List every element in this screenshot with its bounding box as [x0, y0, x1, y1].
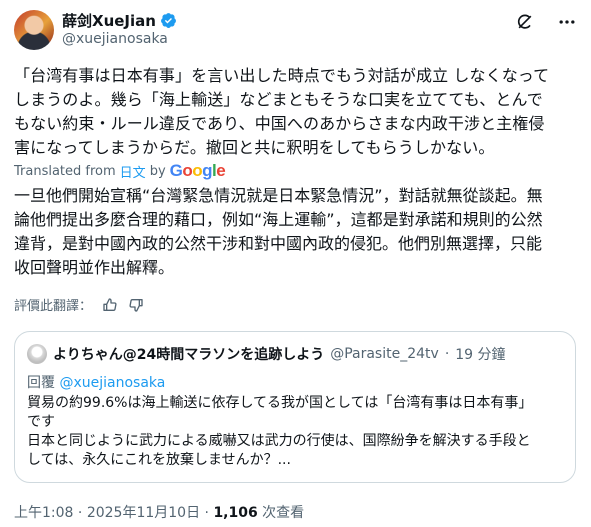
quoted-tweet-header: よりちゃん@24時間マラソンを追跡しよう @Parasite_24tv · 19…	[27, 344, 506, 364]
author-handle[interactable]: @xuejianosaka	[62, 31, 168, 47]
rate-translation-label: 評價此翻譯：	[14, 299, 93, 314]
quoted-line: です	[27, 414, 55, 430]
views-count: 1,106	[213, 505, 258, 521]
google-logo-icon: Google	[169, 161, 226, 180]
reply-to-label: 回覆	[27, 375, 60, 391]
views-label: 次查看	[257, 505, 305, 521]
tweet-time[interactable]: 上午1:08	[14, 505, 73, 521]
translated-line: 一旦他們開始宣稱“台灣緊急情況就是日本緊急情況”，對話就無從談起。無	[14, 186, 543, 205]
header-actions	[515, 12, 577, 32]
quoted-author-name[interactable]: よりちゃん@24時間マラソンを追跡しよう	[53, 344, 324, 364]
quoted-line: 貿易の約99.6%は海上輸送に依存してる我が国としては「台湾有事は日本有事」	[27, 395, 533, 411]
author-avatar[interactable]	[14, 10, 54, 50]
quoted-tweet-time[interactable]: 19 分鐘	[455, 344, 505, 364]
separator-dot: ·	[73, 505, 87, 521]
grok-icon[interactable]	[515, 12, 535, 32]
separator-dot: ·	[200, 505, 214, 521]
separator-dot: ·	[444, 346, 450, 362]
translated-line: 論他們提出多麼合理的藉口，例如“海上運輸”，這都是對承諾和規則的公然	[14, 210, 543, 229]
thumbs-down-icon[interactable]	[128, 297, 144, 313]
translation-attribution: Translated from 日文 by Google	[14, 161, 226, 181]
quoted-tweet-card[interactable]: よりちゃん@24時間マラソンを追跡しよう @Parasite_24tv · 19…	[14, 331, 576, 483]
original-line: もない約束・ルール違反であり、中国へのあからさまな内政干涉と主権侵	[14, 114, 545, 133]
quoted-author-avatar[interactable]	[27, 344, 47, 364]
original-line: 害になってしまうからだ。撤回と共に釈明をしてもらうしかない。	[14, 138, 495, 157]
quoted-tweet-text: 貿易の約99.6%は海上輸送に依存してる我が国としては「台湾有事は日本有事」 で…	[27, 394, 565, 470]
translated-line: 收回聲明並作出解釋。	[14, 258, 175, 277]
original-line: 「台湾有事は日本有事」を言い出した時点でもう対話が成立 しなくなって	[14, 66, 550, 85]
tweet-translated-text: 一旦他們開始宣稱“台灣緊急情況就是日本緊急情況”，對話就無從談起。無 論他們提出…	[14, 184, 576, 280]
quoted-line: しては、永久にこれを放棄しませんか？...	[27, 452, 291, 468]
author-display-name[interactable]: 薛剑XueJian	[62, 10, 156, 31]
reply-to-handle-link[interactable]: @xuejianosaka	[59, 375, 165, 391]
translated-from-label: Translated from	[14, 163, 116, 179]
translated-language-link[interactable]: 日文	[120, 162, 146, 181]
tweet-meta: 上午1:08 · 2025年11月10日 · 1,106 次查看	[14, 502, 304, 522]
tweet-original-text: 「台湾有事は日本有事」を言い出した時点でもう対話が成立 しなくなって しまうのよ…	[14, 64, 576, 160]
thumbs-up-icon[interactable]	[102, 297, 118, 313]
translated-line: 違背，是對中國內政的公然干涉和對中國內政的侵犯。他們別無選擇，只能	[14, 234, 543, 253]
quoted-author-handle[interactable]: @Parasite_24tv	[330, 346, 439, 362]
rate-translation-row: 評價此翻譯：	[14, 295, 144, 314]
quoted-line: 日本と同じように武力による威嚇又は武力の行使は、国際紛争を解決する手段と	[27, 433, 531, 449]
more-options-icon[interactable]	[557, 12, 577, 32]
quoted-reply-to: 回覆 @xuejianosaka	[27, 372, 165, 392]
verified-badge-icon	[160, 12, 177, 29]
original-line: しまうのよ。幾ら「海上輸送」などまともそうな口実を立てても、とんで	[14, 90, 543, 109]
tweet-date[interactable]: 2025年11月10日	[87, 505, 200, 521]
author-name-row: 薛剑XueJian	[62, 10, 177, 31]
translated-by-label: by	[149, 163, 166, 179]
